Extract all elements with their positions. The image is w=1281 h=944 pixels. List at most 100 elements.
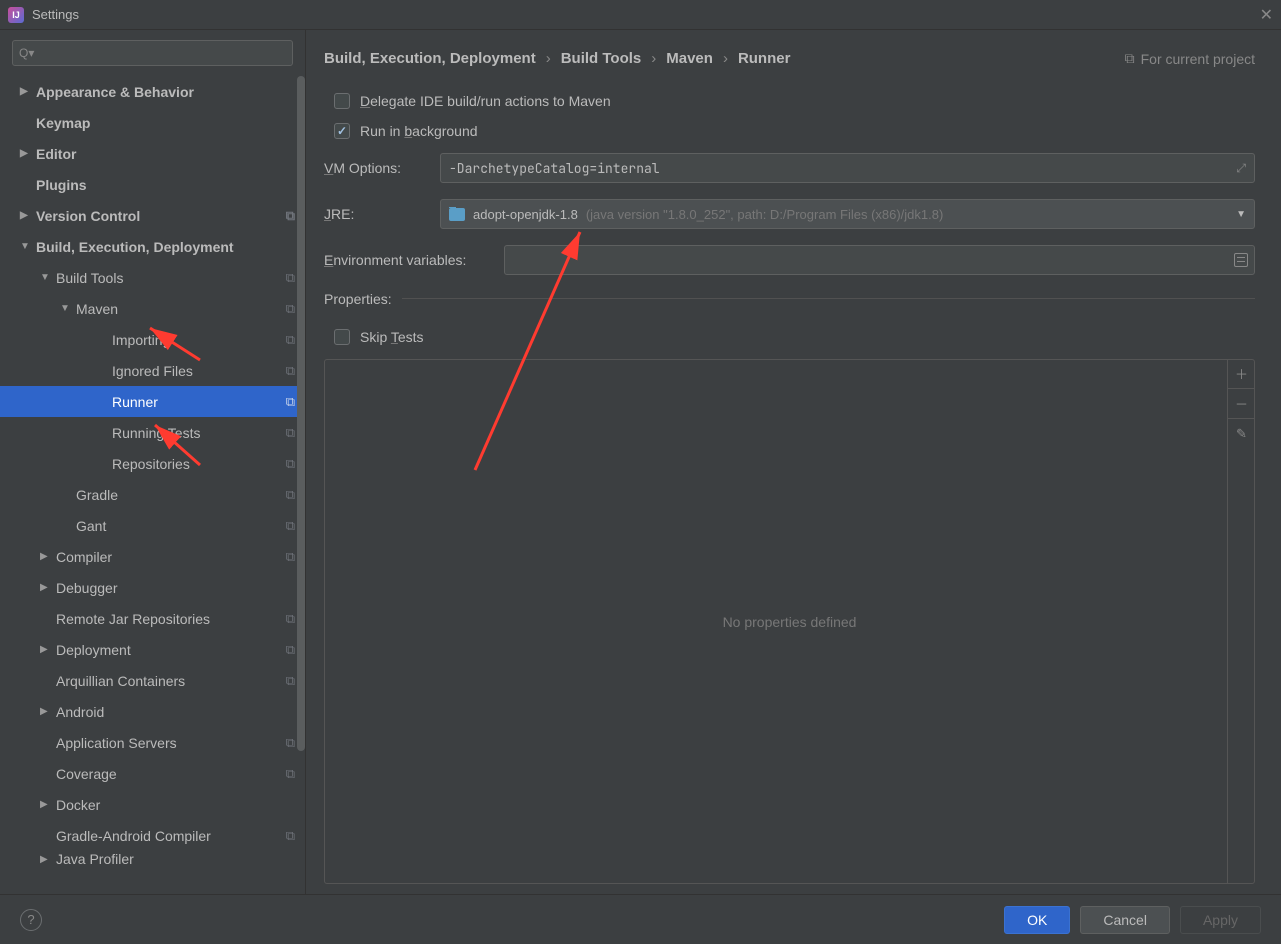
tree-item-ignored-files[interactable]: Ignored Files ⧉ bbox=[0, 355, 305, 386]
tree-item-runner[interactable]: Runner⧉ bbox=[0, 386, 305, 417]
settings-tree[interactable]: ▶Appearance & BehaviorKeymap▶EditorPlugi… bbox=[0, 76, 305, 894]
delegate-checkbox-row[interactable]: Delegate IDE build/run actions to Maven bbox=[324, 93, 1255, 109]
tree-item-version-control[interactable]: ▶Version Control⧉ bbox=[0, 200, 305, 231]
tree-item-appearance-behavior[interactable]: ▶ Appearance & Behavior bbox=[0, 76, 305, 107]
tree-item-label: Compiler bbox=[56, 549, 112, 565]
gear-copy-icon: ⧉ bbox=[286, 766, 295, 782]
content-panel: Build, Execution, Deployment › Build Too… bbox=[306, 30, 1281, 894]
add-button[interactable]: ＋ bbox=[1228, 359, 1255, 389]
help-button[interactable]: ? bbox=[20, 909, 42, 931]
tree-item-running-tests[interactable]: Running Tests ⧉ bbox=[0, 417, 305, 448]
jre-dropdown[interactable]: adopt-openjdk-1.8 (java version "1.8.0_2… bbox=[440, 199, 1255, 229]
tree-item-application-servers[interactable]: Application Servers⧉ bbox=[0, 727, 305, 758]
chevron-down-icon: ▼ bbox=[60, 303, 70, 314]
tree-item-label: Maven bbox=[76, 301, 118, 317]
jre-label: JRE: bbox=[324, 206, 430, 222]
tree-item-deployment[interactable]: ▶Deployment⧉ bbox=[0, 634, 305, 665]
gear-copy-icon: ⧉ bbox=[286, 394, 295, 410]
chevron-down-icon: ▼ bbox=[40, 272, 50, 283]
remove-button[interactable]: － bbox=[1228, 389, 1255, 419]
tree-item-plugins[interactable]: Plugins bbox=[0, 169, 305, 200]
chevron-right-icon: › bbox=[546, 50, 551, 67]
tree-item-arquillian-containers[interactable]: Arquillian Containers⧉ bbox=[0, 665, 305, 696]
tree-item-build-tools[interactable]: ▼ Build Tools ⧉ bbox=[0, 262, 305, 293]
gear-copy-icon: ⧉ bbox=[286, 270, 295, 286]
close-icon[interactable]: ✕ bbox=[1260, 5, 1273, 25]
apply-button[interactable]: Apply bbox=[1180, 906, 1261, 934]
tree-item-coverage[interactable]: Coverage ⧉ bbox=[0, 758, 305, 789]
gear-copy-icon: ⧉ bbox=[286, 208, 295, 224]
checkbox[interactable] bbox=[334, 93, 350, 109]
tree-item-label: Running Tests bbox=[112, 425, 200, 441]
tree-item-label: Ignored Files bbox=[112, 363, 193, 379]
background-label: Run in background bbox=[360, 123, 478, 139]
skip-tests-label: Skip Tests bbox=[360, 329, 424, 345]
vm-options-input[interactable]: -DarchetypeCatalog=internal ⤢ bbox=[440, 153, 1255, 183]
vm-options-value: -DarchetypeCatalog=internal bbox=[449, 160, 660, 177]
tree-item-build-execution-deployment[interactable]: ▼Build, Execution, Deployment bbox=[0, 231, 305, 262]
tree-item-label: Editor bbox=[36, 146, 76, 162]
list-icon[interactable] bbox=[1234, 253, 1248, 267]
tree-item-label: Keymap bbox=[36, 115, 90, 131]
gear-copy-icon: ⧉ bbox=[286, 363, 295, 379]
checkbox[interactable] bbox=[334, 123, 350, 139]
vm-options-label: VM Options: bbox=[324, 160, 430, 176]
tree-item-label: Build Tools bbox=[56, 270, 123, 286]
title-bar: IJ Settings ✕ bbox=[0, 0, 1281, 30]
tree-item-label: Coverage bbox=[56, 766, 117, 782]
tree-item-label: Docker bbox=[56, 797, 100, 813]
tree-item-compiler[interactable]: ▶Compiler⧉ bbox=[0, 541, 305, 572]
tree-item-remote-jar-repositories[interactable]: Remote Jar Repositories⧉ bbox=[0, 603, 305, 634]
tree-item-gradle[interactable]: Gradle⧉ bbox=[0, 479, 305, 510]
background-checkbox-row[interactable]: Run in background bbox=[324, 123, 1255, 139]
tree-item-label: Deployment bbox=[56, 642, 131, 658]
expand-icon[interactable]: ⤢ bbox=[1236, 160, 1246, 176]
gear-copy-icon: ⧉ bbox=[286, 549, 295, 565]
breadcrumb-part[interactable]: Maven bbox=[666, 50, 713, 67]
tree-item-label: Repositories bbox=[112, 456, 190, 472]
tree-item-gant[interactable]: Gant⧉ bbox=[0, 510, 305, 541]
gear-copy-icon: ⧉ bbox=[286, 425, 295, 441]
properties-label: Properties: bbox=[324, 291, 392, 307]
gear-copy-icon: ⧉ bbox=[286, 301, 295, 317]
tree-item-gradle-android-compiler[interactable]: Gradle-Android Compiler⧉ bbox=[0, 820, 305, 851]
delegate-label: Delegate IDE build/run actions to Maven bbox=[360, 93, 611, 109]
tree-item-label: Application Servers bbox=[56, 735, 177, 751]
search-input[interactable]: Q▾ bbox=[12, 40, 293, 66]
tree-item-label: Android bbox=[56, 704, 104, 720]
tree-item-editor[interactable]: ▶Editor bbox=[0, 138, 305, 169]
tree-item-maven[interactable]: ▼ Maven ⧉ bbox=[0, 293, 305, 324]
chevron-right-icon: ▶ bbox=[20, 86, 30, 97]
tree-item-importing[interactable]: Importing⧉ bbox=[0, 324, 305, 355]
chevron-right-icon: ▶ bbox=[40, 799, 50, 810]
sidebar: Q▾ ▶Appearance & BehaviorKeymap▶EditorPl… bbox=[0, 30, 306, 894]
tree-item-debugger[interactable]: ▶Debugger bbox=[0, 572, 305, 603]
tree-item-android[interactable]: ▶Android bbox=[0, 696, 305, 727]
tree-item-keymap[interactable]: Keymap bbox=[0, 107, 305, 138]
edit-button[interactable]: ✎ bbox=[1228, 419, 1255, 449]
tree-item-repositories[interactable]: Repositories⧉ bbox=[0, 448, 305, 479]
tree-item-java-profiler[interactable]: ▶Java Profiler bbox=[0, 851, 305, 867]
tree-item-label: Appearance & Behavior bbox=[36, 84, 194, 100]
tree-item-docker[interactable]: ▶ Docker bbox=[0, 789, 305, 820]
chevron-right-icon: ▶ bbox=[40, 582, 50, 593]
chevron-right-icon: ▶ bbox=[40, 854, 50, 865]
ok-button[interactable]: OK bbox=[1004, 906, 1070, 934]
env-variables-input[interactable] bbox=[504, 245, 1255, 275]
gear-copy-icon: ⧉ bbox=[286, 673, 295, 689]
env-label: Environment variables: bbox=[324, 252, 494, 268]
search-icon: Q▾ bbox=[19, 46, 34, 60]
chevron-down-icon: ▼ bbox=[20, 241, 30, 252]
app-icon: IJ bbox=[8, 7, 24, 23]
jre-name: adopt-openjdk-1.8 bbox=[473, 207, 578, 222]
empty-properties-message: No properties defined bbox=[723, 614, 857, 630]
breadcrumb-part[interactable]: Build Tools bbox=[561, 50, 642, 67]
gear-copy-icon: ⧉ bbox=[286, 611, 295, 627]
skip-tests-row[interactable]: Skip Tests bbox=[324, 329, 1255, 345]
cancel-button[interactable]: Cancel bbox=[1080, 906, 1170, 934]
tree-item-label: Importing bbox=[112, 332, 170, 348]
scrollbar[interactable] bbox=[297, 76, 305, 751]
gear-copy-icon: ⧉ bbox=[286, 487, 295, 503]
breadcrumb-part[interactable]: Build, Execution, Deployment bbox=[324, 50, 536, 67]
checkbox[interactable] bbox=[334, 329, 350, 345]
